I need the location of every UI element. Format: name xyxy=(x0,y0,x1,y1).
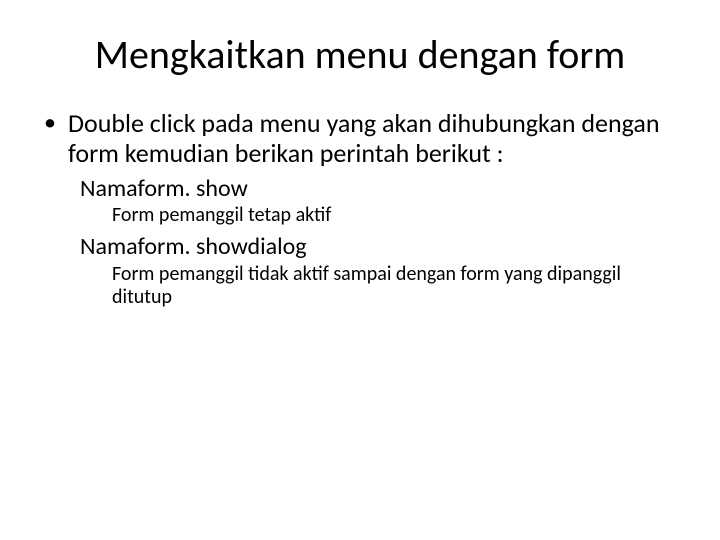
slide-title: Mengkaitkan menu dengan form xyxy=(40,30,680,79)
slide-body: Double click pada menu yang akan dihubun… xyxy=(40,109,680,309)
command-1: Namaform. show xyxy=(40,175,680,203)
slide: Mengkaitkan menu dengan form Double clic… xyxy=(0,0,720,540)
command-2: Namaform. showdialog xyxy=(40,233,680,261)
command-1-description: Form pemanggil tetap aktif xyxy=(40,204,680,227)
bullet-level-1: Double click pada menu yang akan dihubun… xyxy=(40,109,680,169)
command-2-description: Form pemanggil tidak aktif sampai dengan… xyxy=(40,263,680,309)
